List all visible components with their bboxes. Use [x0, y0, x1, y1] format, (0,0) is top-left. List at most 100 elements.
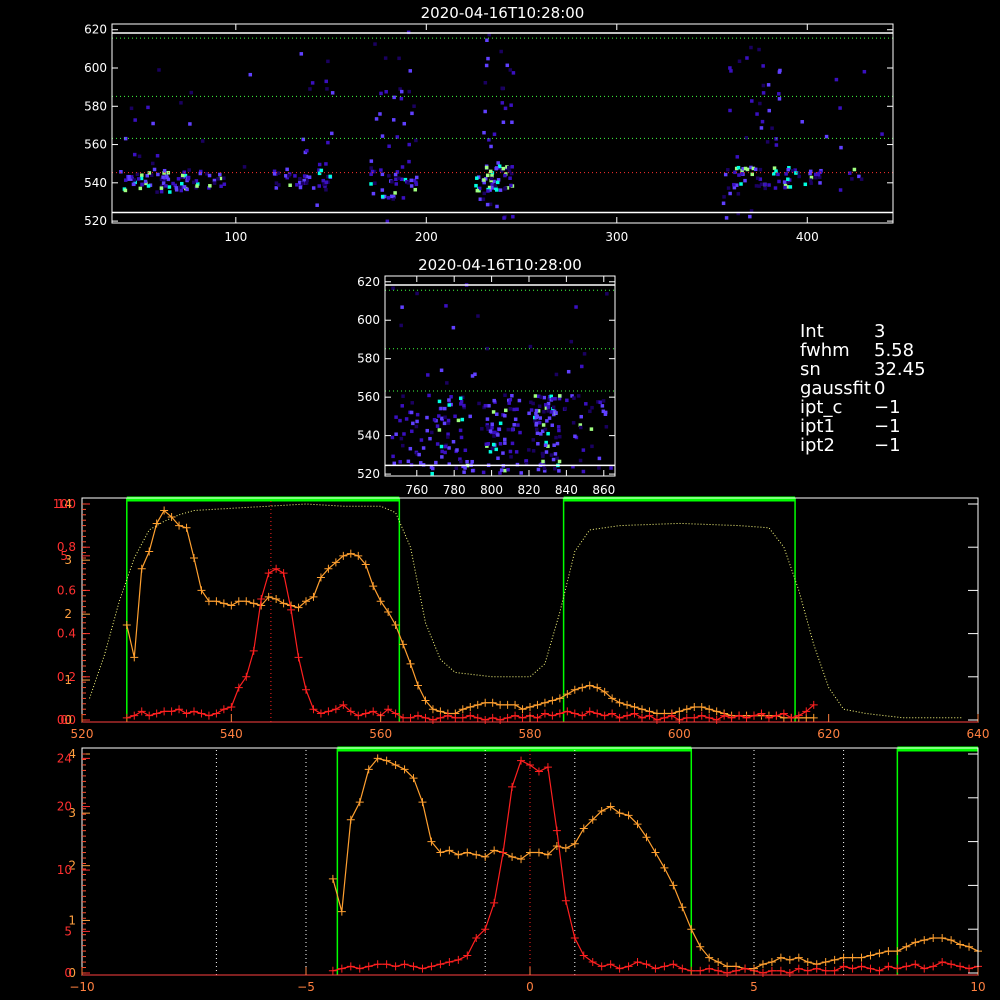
- orange-series-point: [369, 582, 378, 591]
- orange-series-point: [669, 881, 678, 890]
- red-series-point: [606, 960, 615, 969]
- heatmap-pixel: [556, 425, 561, 429]
- heatmap-pixel: [491, 442, 496, 447]
- red-series-point: [712, 716, 721, 724]
- red-series-point: [660, 713, 669, 722]
- heatmap-pixel: [411, 421, 415, 426]
- heatmap-pixel: [478, 197, 483, 201]
- heatmap-pixel: [597, 456, 602, 461]
- heatmap-pixel: [390, 435, 395, 440]
- heatmap-pixel: [543, 427, 548, 432]
- heatmap-pixel: [750, 99, 754, 103]
- heatmap-pixel: [506, 165, 511, 170]
- heatmap-pixel: [493, 184, 498, 188]
- red-series-point: [302, 685, 310, 694]
- heatmap-pixel: [728, 191, 732, 196]
- red-series-point: [651, 964, 660, 973]
- heatmap-pixel: [763, 182, 767, 187]
- heatmap-pixel: [146, 184, 151, 188]
- heatmap-pixel: [578, 458, 583, 463]
- heatmap-pixel: [430, 471, 434, 476]
- heatmap-pixel: [605, 292, 609, 296]
- orange-series-point: [697, 703, 706, 712]
- heatmap-pixel: [597, 466, 601, 470]
- heatmap-pixel: [743, 178, 747, 183]
- heatmap-pixel: [410, 111, 414, 116]
- heatmap-pixel: [834, 77, 839, 82]
- orange-series-point: [384, 608, 393, 616]
- heatmap-pixel: [132, 152, 137, 157]
- red-series-point: [779, 709, 788, 718]
- heatmap-pixel: [412, 104, 416, 108]
- heatmap-pixel: [435, 424, 440, 428]
- y-tick-label: 0.4: [57, 627, 76, 641]
- heatmap-pixel: [242, 165, 247, 169]
- orange-series-point: [660, 863, 669, 872]
- figure-canvas: 2020-04-16T10:28:00100 200 300 400520540560…: [53, 4, 990, 994]
- heatmap-pixel: [757, 47, 761, 52]
- heatmap-pixel: [541, 459, 545, 464]
- heatmap-pixel: [565, 398, 569, 403]
- heatmap-pixel: [222, 176, 226, 180]
- orange-series-point: [712, 707, 721, 716]
- heatmap-pixel: [419, 438, 424, 442]
- heatmap-pixel: [482, 130, 486, 135]
- heatmap-pixel: [497, 427, 502, 432]
- heatmap-pixel: [527, 448, 531, 452]
- heatmap-pixel: [501, 166, 505, 171]
- red-series-point: [279, 569, 288, 578]
- heatmap-pixel: [486, 425, 490, 429]
- red-series-point: [678, 964, 687, 973]
- heatmap-pixel: [393, 172, 398, 177]
- heatmap-pixel: [790, 169, 795, 173]
- red-series-point: [272, 564, 281, 573]
- heatmap-pixel: [818, 181, 822, 185]
- orange-series-point: [406, 659, 415, 668]
- heatmap-pixel: [308, 87, 312, 91]
- heatmap-pixel: [759, 182, 764, 187]
- heatmap-pixel: [168, 190, 172, 194]
- heatmap-pixel: [573, 434, 577, 439]
- red-series-point: [337, 964, 346, 973]
- heatmap-pixel: [188, 122, 192, 126]
- y-tick-label: 0: [60, 713, 68, 727]
- heatmap-pixel: [758, 101, 762, 106]
- heatmap-pixel: [397, 176, 401, 180]
- orange-series-point: [272, 595, 281, 604]
- orange-series-point: [758, 960, 767, 969]
- red-series-point: [427, 962, 436, 971]
- orange-series-point: [197, 586, 206, 595]
- heatmap-pixel: [298, 185, 303, 190]
- red-series-point: [570, 933, 579, 942]
- heatmap-pixel: [824, 134, 829, 139]
- heatmap-pixel: [207, 173, 212, 178]
- heatmap-pixel: [407, 89, 411, 94]
- heatmap-pixel: [580, 364, 584, 369]
- orange-series-point: [866, 951, 875, 960]
- red-series-point: [152, 709, 161, 718]
- orange-series-point: [857, 953, 866, 962]
- heatmap-pixel: [179, 101, 183, 105]
- heatmap-pixel: [773, 186, 778, 190]
- red-series-point: [585, 707, 594, 716]
- heatmap-pixel: [542, 409, 546, 414]
- heatmap-pixel: [152, 167, 157, 172]
- heatmap-pixel: [755, 112, 759, 116]
- heatmap-pixel: [373, 42, 377, 46]
- red-series-point: [742, 713, 751, 722]
- red-series-point: [578, 711, 587, 720]
- y-tick-label: 600: [357, 313, 380, 327]
- red-series-point: [830, 966, 839, 975]
- red-series-point: [331, 705, 340, 714]
- heatmap-pixel: [304, 181, 309, 185]
- heatmap-pixel: [439, 444, 444, 449]
- heatmap-pixel: [500, 101, 505, 105]
- red-series-point: [600, 711, 609, 720]
- orange-series-point: [463, 848, 472, 857]
- red-series-point: [615, 713, 624, 722]
- heatmap-pixel: [330, 91, 335, 95]
- orange-series-point: [227, 601, 236, 610]
- red-series-point: [772, 711, 781, 720]
- heatmap-pixel: [531, 438, 536, 442]
- red-series-point: [929, 962, 938, 971]
